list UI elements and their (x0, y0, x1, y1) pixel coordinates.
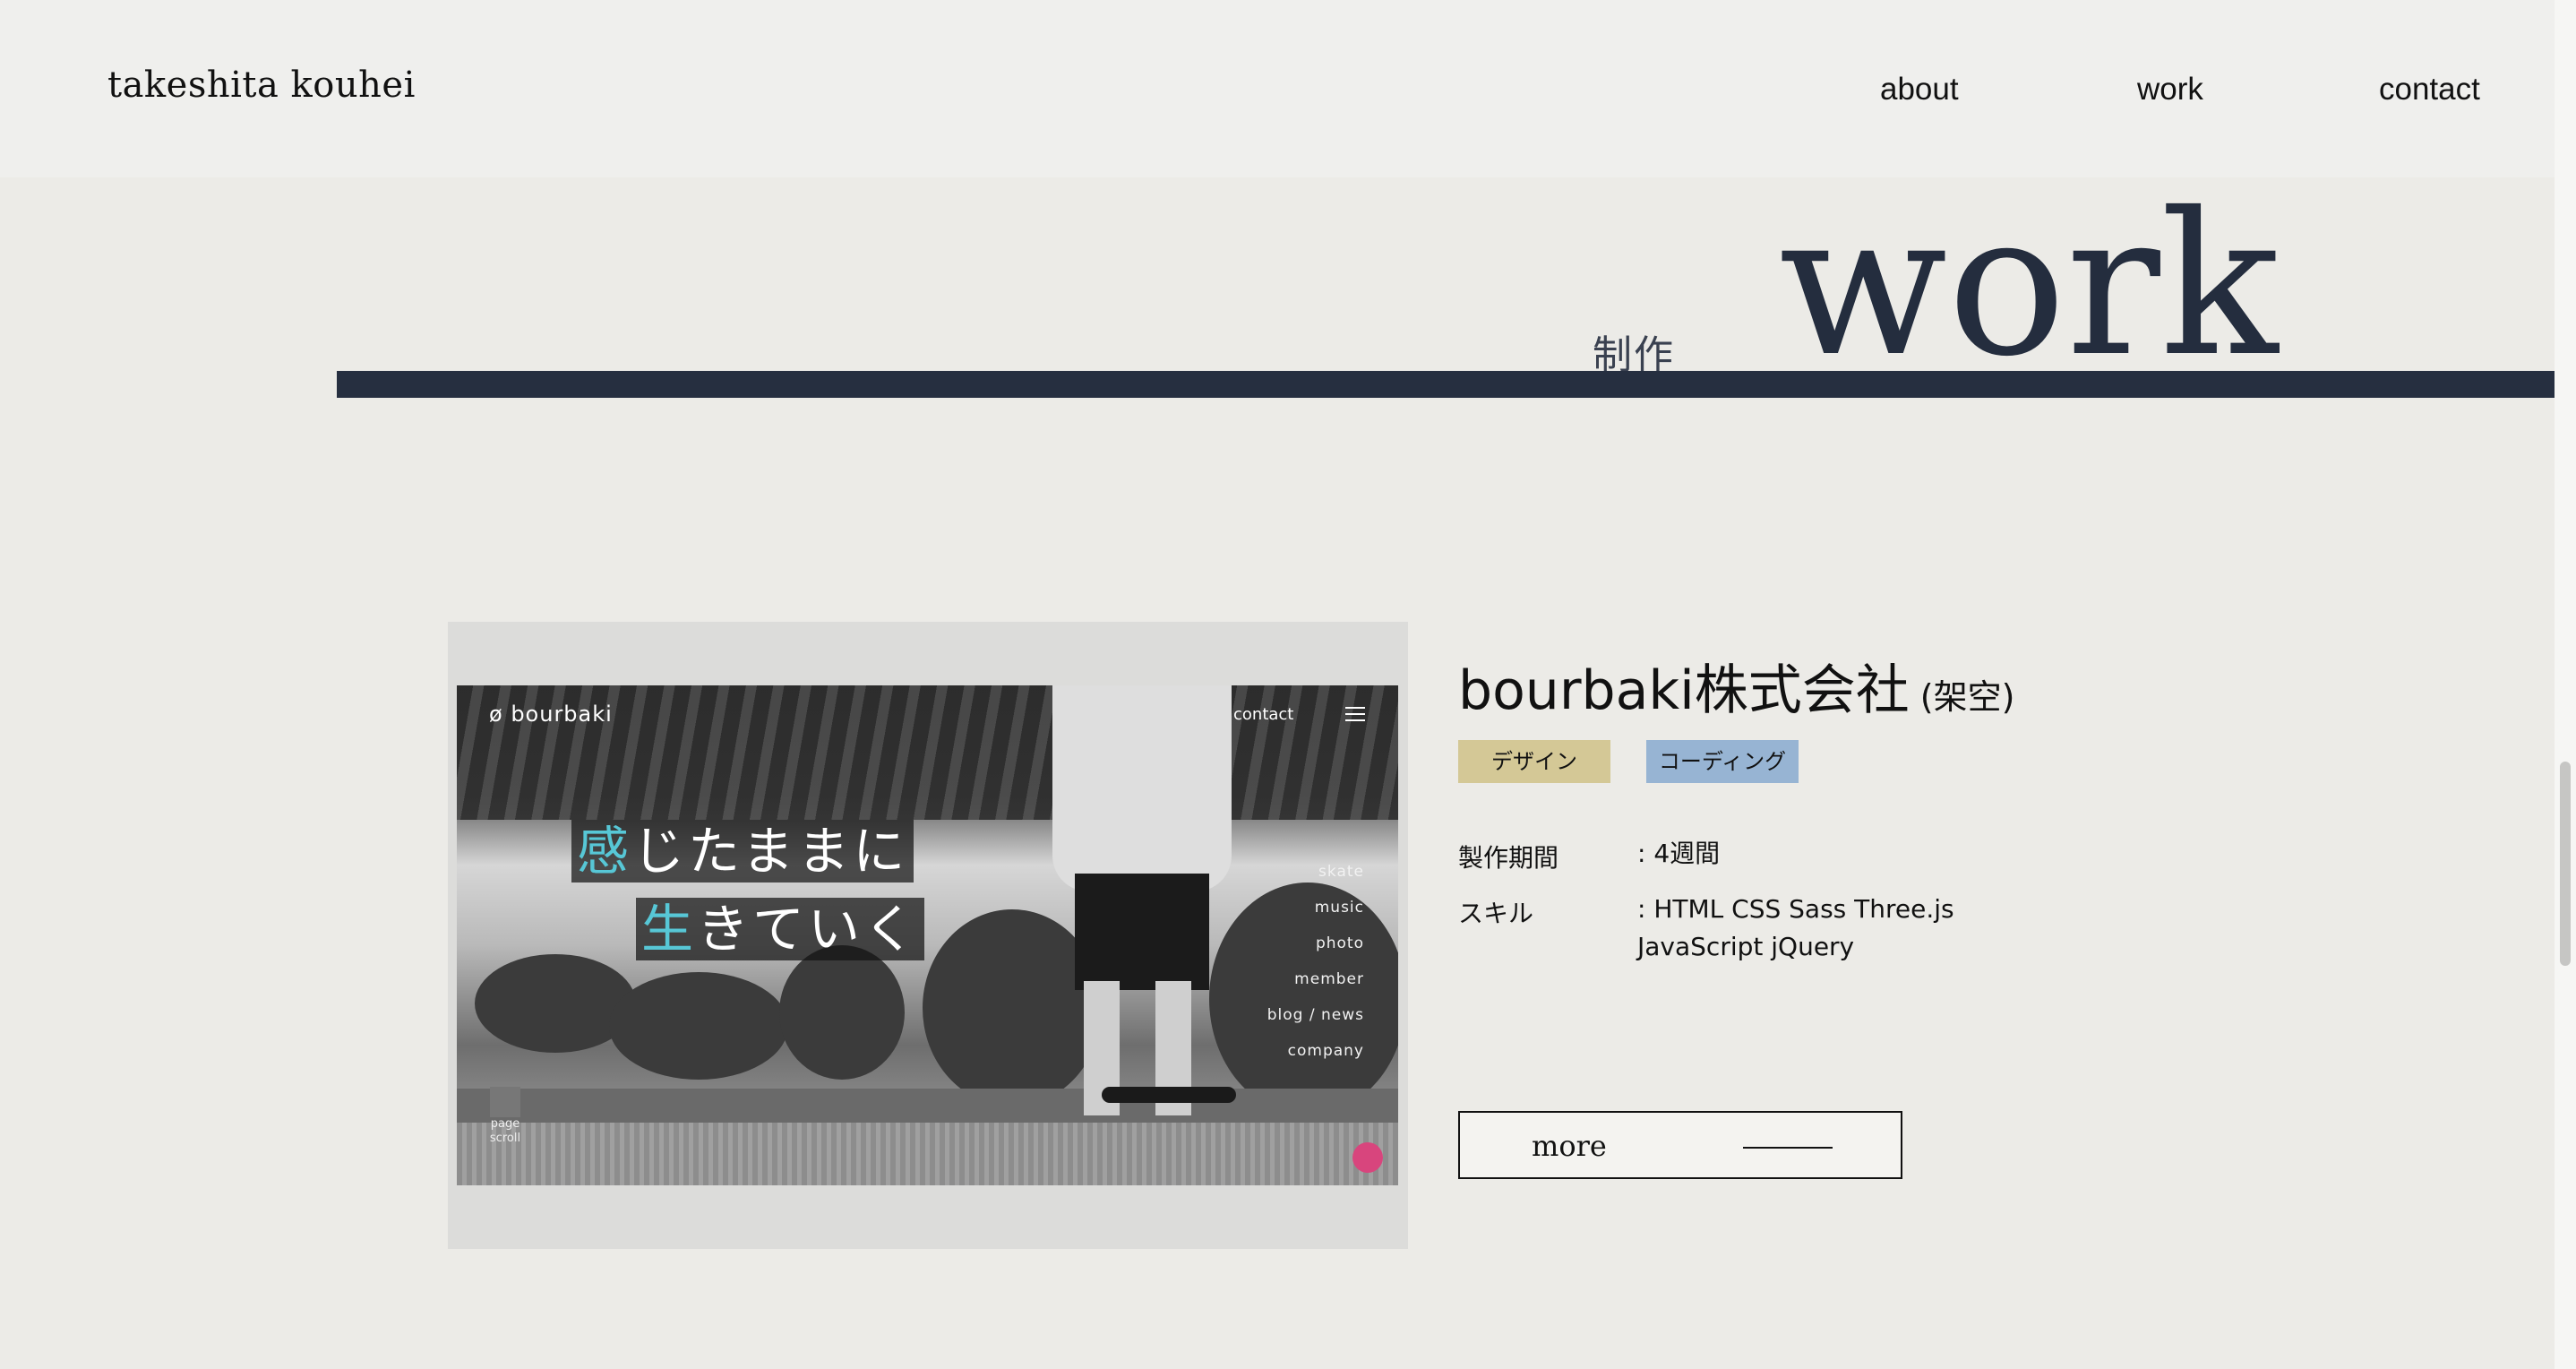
work-title: bourbaki株式会社 (架空) (1458, 647, 2014, 725)
nav-work[interactable]: work (2137, 72, 2203, 108)
thumbnail-menu-item: company (1287, 1042, 1364, 1060)
thumbnail-menu-item: skate (1318, 863, 1364, 881)
skill-value: : HTML CSS Sass Three.js JavaScript jQue… (1637, 891, 1954, 966)
tag-design: デザイン (1458, 740, 1610, 783)
thumbnail-menu-list: skate music photo member blog / news com… (1267, 854, 1364, 1069)
thumbnail-skater-shirt (1052, 685, 1232, 891)
copy-text: じたままに (632, 821, 909, 882)
tag-coding: コーディング (1646, 740, 1799, 783)
scrollbar-track[interactable] (2555, 0, 2576, 1369)
skill-value-line-1: : HTML CSS Sass Three.js (1637, 894, 1954, 924)
skill-label: スキル (1458, 899, 1534, 928)
thumbnail-tree (779, 945, 905, 1080)
scrollbar-thumb[interactable] (2560, 762, 2571, 966)
thumbnail-skateboard (1102, 1087, 1236, 1103)
thumbnail-copy-line-1: 感じたままに (571, 820, 914, 883)
thumbnail-scroll-text: page scroll (489, 1117, 521, 1145)
thumbnail-wall (457, 1089, 1398, 1123)
hamburger-menu-icon (1345, 707, 1365, 726)
copy-text: きていく (697, 899, 920, 960)
section-title: work (1779, 186, 2280, 371)
site-logo[interactable]: takeshita kouhei (107, 65, 416, 106)
thumbnail-page-scroll: page scroll (487, 1087, 523, 1146)
period-value: : 4週間 (1637, 839, 1721, 868)
work-thumbnail[interactable]: ø bourbaki contact 感じたままに 生きていく skate mu… (457, 685, 1398, 1185)
thumbnail-brand: ø bourbaki (489, 702, 613, 727)
thumbnail-tree (609, 972, 788, 1080)
site-header: takeshita kouhei about work contact (0, 0, 2555, 177)
copy-accent-char: 生 (641, 899, 698, 960)
thumbnail-copy-line-2: 生きていく (636, 898, 925, 960)
copy-accent-char: 感 (577, 821, 633, 882)
section-divider-bar (337, 371, 2555, 398)
work-title-text: bourbaki株式会社 (1458, 659, 1910, 722)
period-label: 製作期間 (1458, 843, 1559, 873)
thumbnail-ground (457, 1123, 1398, 1185)
work-title-note: (架空) (1919, 677, 2015, 717)
scroll-indicator-icon (490, 1087, 520, 1117)
thumbnail-menu-item: member (1294, 970, 1364, 988)
more-arrow-line-icon (1743, 1147, 1833, 1149)
thumbnail-badge-icon (1352, 1142, 1383, 1173)
more-button-label: more (1532, 1129, 1607, 1163)
thumbnail-skater-shorts (1075, 874, 1209, 990)
more-button[interactable]: more (1458, 1111, 1902, 1179)
thumbnail-contact: contact (1233, 705, 1294, 724)
thumbnail-menu-item: photo (1315, 934, 1364, 952)
nav-about[interactable]: about (1880, 72, 1959, 108)
thumbnail-menu-item: music (1314, 899, 1364, 917)
skill-value-line-2: JavaScript jQuery (1637, 932, 1855, 961)
nav-contact[interactable]: contact (2379, 72, 2480, 108)
thumbnail-menu-item: blog / news (1267, 1006, 1364, 1024)
